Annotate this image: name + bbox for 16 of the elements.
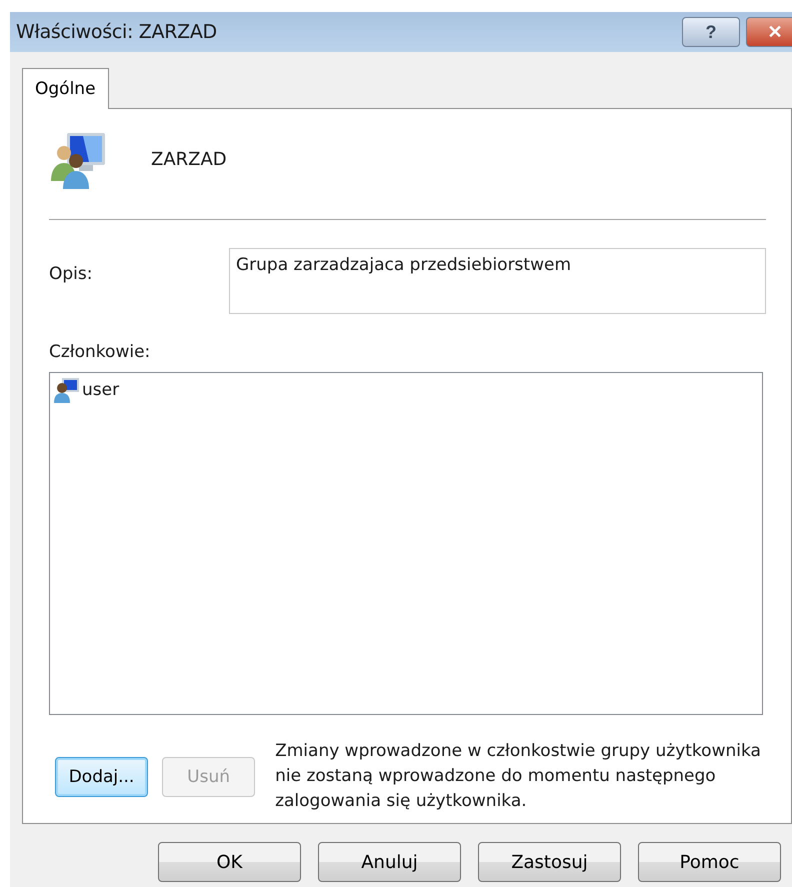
dialog-button[interactable]: OK bbox=[158, 842, 301, 882]
member-name: user bbox=[82, 380, 120, 400]
dialog-button[interactable]: Anuluj bbox=[318, 842, 461, 882]
add-button[interactable]: Dodaj... bbox=[55, 756, 148, 796]
members-label: Członkowie: bbox=[49, 342, 152, 362]
description-label: Opis: bbox=[49, 263, 94, 286]
tab[interactable]: Ogólne bbox=[22, 68, 109, 109]
group-name: ZARZAD bbox=[151, 148, 227, 170]
description-field[interactable]: Grupa zarzadzajaca przedsiebiorstwem bbox=[229, 248, 766, 314]
dialog-button[interactable]: Pomoc bbox=[638, 842, 781, 882]
dialog-button[interactable]: Zastosuj bbox=[478, 842, 621, 882]
member-item[interactable]: user bbox=[54, 377, 120, 403]
user-icon bbox=[54, 377, 80, 403]
help-button[interactable]: ? bbox=[682, 17, 740, 47]
info-note: Zmiany wprowadzone w członkostwie grupy użytkownika nie zostaną wprowadzone do momentu następnego zalogowania się użytkownika. bbox=[275, 740, 762, 813]
window-title: Właściwości: ZARZAD bbox=[16, 21, 218, 43]
